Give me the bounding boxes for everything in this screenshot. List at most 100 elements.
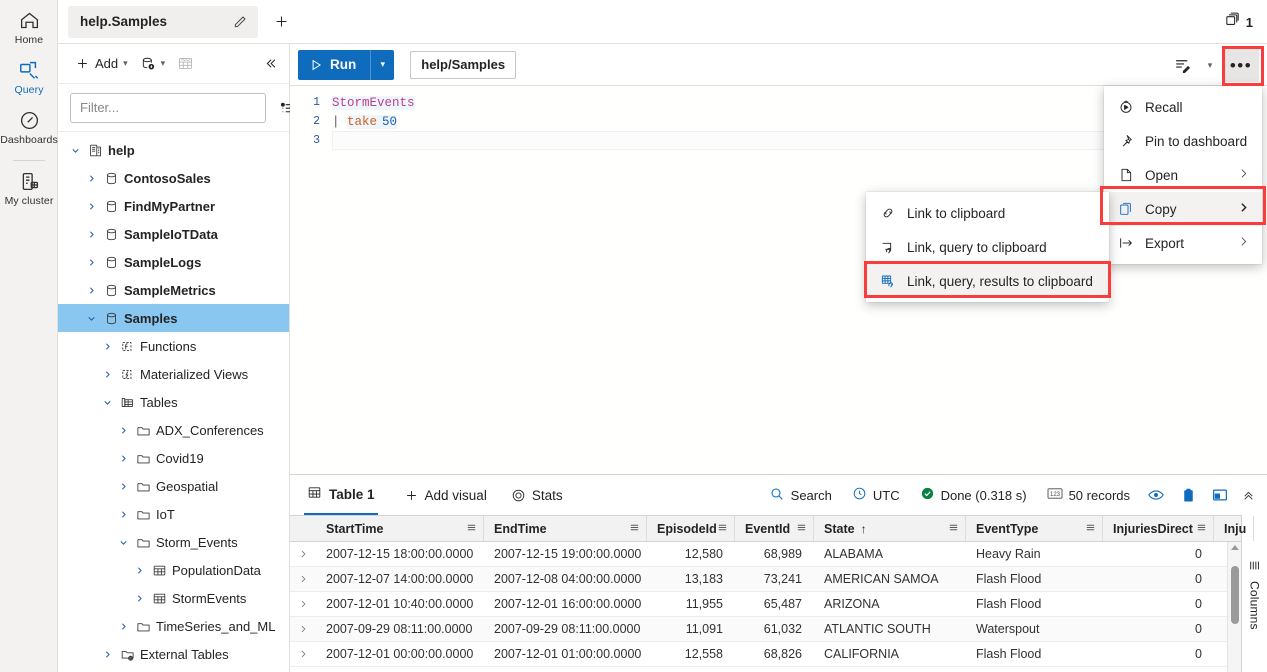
rail-item-dashboards[interactable]: Dashboards <box>0 104 58 154</box>
add-query-tab-button[interactable] <box>266 7 296 37</box>
chevron-right-icon[interactable] <box>114 621 132 632</box>
chevron-right-icon[interactable] <box>290 642 316 666</box>
run-button[interactable]: Run <box>298 49 371 80</box>
query-tab-help-samples[interactable]: help.Samples <box>68 5 258 38</box>
tree-node-tables[interactable]: Tables <box>58 388 289 416</box>
menu-item-link-query-results-to-clipboard[interactable]: Link, query, results to clipboard <box>866 264 1109 298</box>
menu-item-open[interactable]: Open <box>1104 158 1262 192</box>
chevron-right-icon[interactable] <box>114 509 132 520</box>
chevron-down-icon[interactable] <box>98 397 116 408</box>
tree-node-storm-events[interactable]: Storm_Events <box>58 528 289 556</box>
chevron-down-icon[interactable] <box>82 313 100 324</box>
chevron-right-icon[interactable] <box>114 481 132 492</box>
tree-node-samplemetrics[interactable]: SampleMetrics <box>58 276 289 304</box>
tree-node-samplelogs[interactable]: SampleLogs <box>58 248 289 276</box>
clipboard-icon[interactable] <box>1173 480 1203 510</box>
chevron-right-icon[interactable] <box>98 369 116 380</box>
menu-item-export[interactable]: Export <box>1104 226 1262 260</box>
query-status[interactable]: Done (0.318 s) <box>911 486 1036 504</box>
chevron-right-icon[interactable] <box>114 425 132 436</box>
column-menu-icon[interactable] <box>629 522 640 536</box>
tree-node-contososales[interactable]: ContosoSales <box>58 164 289 192</box>
tab-count-indicator[interactable]: 1 <box>1224 0 1253 44</box>
expand-window-icon[interactable] <box>1205 480 1235 510</box>
table-row[interactable]: 2007-12-07 14:00:00.0000 2007-12-08 04:00… <box>290 567 1241 592</box>
grid-body[interactable]: 2007-12-15 18:00:00.0000 2007-12-15 19:00… <box>290 542 1241 672</box>
collapse-pane-button[interactable] <box>258 50 283 78</box>
grid-header-starttime[interactable]: StartTime <box>316 516 484 541</box>
add-connection-button[interactable]: ▾ <box>135 50 171 78</box>
grid-header-injuriesdirect[interactable]: InjuriesDirect <box>1103 516 1214 541</box>
column-menu-icon[interactable] <box>1085 522 1096 536</box>
table-chart-button[interactable] <box>172 50 199 78</box>
menu-item-recall[interactable]: Recall <box>1104 90 1262 124</box>
chevron-right-icon[interactable] <box>82 173 100 184</box>
menu-item-link-to-clipboard[interactable]: Link to clipboard <box>866 196 1109 230</box>
chevron-right-icon[interactable] <box>98 649 116 660</box>
tree-node-iot[interactable]: IoT <box>58 500 289 528</box>
tree-node-samples[interactable]: Samples <box>58 304 289 332</box>
rail-item-home[interactable]: Home <box>0 4 58 54</box>
tab-table-1[interactable]: Table 1 <box>304 476 378 515</box>
chevron-right-icon[interactable] <box>82 285 100 296</box>
chevron-right-icon[interactable] <box>290 542 316 566</box>
column-menu-icon[interactable] <box>796 522 807 536</box>
table-row[interactable]: 2007-12-01 10:40:00.0000 2007-12-01 16:00… <box>290 592 1241 617</box>
tree-node-stormevents[interactable]: StormEvents <box>58 584 289 612</box>
column-menu-icon[interactable] <box>948 522 959 536</box>
format-options-chevron-down-icon[interactable]: ▾ <box>1200 50 1220 80</box>
chevron-right-icon[interactable] <box>290 567 316 591</box>
chevron-right-icon[interactable] <box>130 565 148 576</box>
chevron-down-icon[interactable] <box>66 145 84 156</box>
add-button[interactable]: Add ▾ <box>70 50 133 78</box>
grid-header-state[interactable]: State ↑ <box>814 516 966 541</box>
menu-item-pin-to-dashboard[interactable]: Pin to dashboard <box>1104 124 1262 158</box>
stats-button[interactable]: Stats <box>505 480 569 510</box>
rail-item-query[interactable]: Query <box>0 54 58 104</box>
chevron-right-icon[interactable] <box>114 453 132 464</box>
column-menu-icon[interactable] <box>1196 522 1207 536</box>
table-row[interactable]: 2007-12-01 00:00:00.0000 2007-12-01 01:00… <box>290 642 1241 667</box>
scrollbar-thumb[interactable] <box>1231 566 1239 624</box>
tree-node-timeseries-and-ml[interactable]: TimeSeries_and_ML <box>58 612 289 640</box>
grid-vertical-scrollbar[interactable] <box>1227 542 1241 672</box>
filter-input[interactable] <box>70 92 266 123</box>
record-count[interactable]: 123 50 records <box>1038 487 1139 503</box>
tree-node-help[interactable]: help <box>58 136 289 164</box>
chevron-right-icon[interactable] <box>82 201 100 212</box>
grid-header-inju[interactable]: Inju <box>1214 516 1254 541</box>
format-query-icon[interactable] <box>1167 50 1197 80</box>
chevron-right-icon[interactable] <box>290 592 316 616</box>
query-context-pill[interactable]: help/Samples <box>410 50 517 79</box>
column-menu-icon[interactable] <box>717 522 728 536</box>
chevron-right-icon[interactable] <box>82 257 100 268</box>
collapse-results-button[interactable] <box>1237 480 1259 510</box>
tree-node-materialized-views[interactable]: Materialized Views <box>58 360 289 388</box>
timezone-button[interactable]: UTC <box>843 486 909 504</box>
tree-node-geospatial[interactable]: Geospatial <box>58 472 289 500</box>
tree-node-functions[interactable]: Functions <box>58 332 289 360</box>
chevron-right-icon[interactable] <box>98 341 116 352</box>
grid-header-episodeid[interactable]: EpisodeId <box>647 516 735 541</box>
run-options-button[interactable]: ▾ <box>370 49 395 80</box>
chevron-right-icon[interactable] <box>82 229 100 240</box>
column-menu-icon[interactable] <box>466 522 477 536</box>
menu-item-link-query-to-clipboard[interactable]: Link, query to clipboard <box>866 230 1109 264</box>
scroll-up-arrow-icon[interactable] <box>1231 545 1239 550</box>
search-button[interactable]: Search <box>760 486 841 505</box>
menu-item-copy[interactable]: Copy <box>1104 192 1262 226</box>
tree-node-sampleiotdata[interactable]: SampleIoTData <box>58 220 289 248</box>
chevron-right-icon[interactable] <box>130 593 148 604</box>
grid-header-eventtype[interactable]: EventType <box>966 516 1103 541</box>
chevron-right-icon[interactable] <box>290 617 316 641</box>
chevron-down-icon[interactable] <box>114 537 132 548</box>
eye-icon[interactable] <box>1141 480 1171 510</box>
grid-header-eventid[interactable]: EventId <box>735 516 814 541</box>
tree-node-external-tables[interactable]: External Tables <box>58 640 289 668</box>
grid-header-endtime[interactable]: EndTime <box>484 516 647 541</box>
pencil-icon[interactable] <box>232 14 248 30</box>
more-commands-button[interactable]: ••• <box>1223 48 1259 82</box>
add-visual-button[interactable]: Add visual <box>398 480 493 510</box>
table-row[interactable]: 2007-12-15 18:00:00.0000 2007-12-15 19:00… <box>290 542 1241 567</box>
tree-node-covid19[interactable]: Covid19 <box>58 444 289 472</box>
